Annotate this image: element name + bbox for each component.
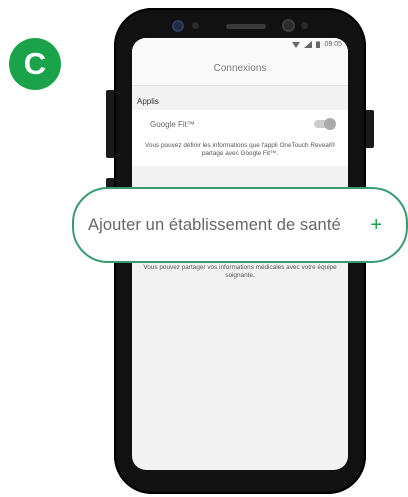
phone-power-button <box>365 110 374 148</box>
share-description: Vous pouvez partager vos informations mé… <box>143 264 337 279</box>
app-header: Connexions <box>132 51 348 86</box>
section-title: Applis <box>137 97 159 106</box>
front-camera-icon <box>172 20 184 32</box>
earpiece <box>226 24 266 29</box>
battery-icon <box>316 41 321 48</box>
google-fit-toggle[interactable] <box>314 118 336 130</box>
add-provider-label: Ajouter un établissement de santé <box>88 215 341 234</box>
proximity-sensor-icon <box>301 22 308 29</box>
step-badge: C <box>9 38 61 90</box>
signal-icon <box>304 41 313 48</box>
page-title: Connexions <box>213 62 267 74</box>
iris-scanner-icon <box>282 19 295 32</box>
section-header-applis: Applis <box>132 93 348 110</box>
sensor-icon <box>192 22 199 29</box>
google-fit-label: Google Fit™ <box>150 119 195 129</box>
google-fit-row[interactable]: Google Fit™ <box>132 110 348 138</box>
toggle-knob <box>324 118 336 130</box>
google-fit-description: Vous pouvez définir les informations que… <box>132 138 348 166</box>
status-bar: 09:05 <box>132 38 348 51</box>
plus-icon: + <box>370 214 382 236</box>
add-provider-button[interactable]: Ajouter un établissement de santé + <box>72 187 408 263</box>
wifi-icon <box>292 42 301 48</box>
status-time: 09:05 <box>324 41 342 48</box>
